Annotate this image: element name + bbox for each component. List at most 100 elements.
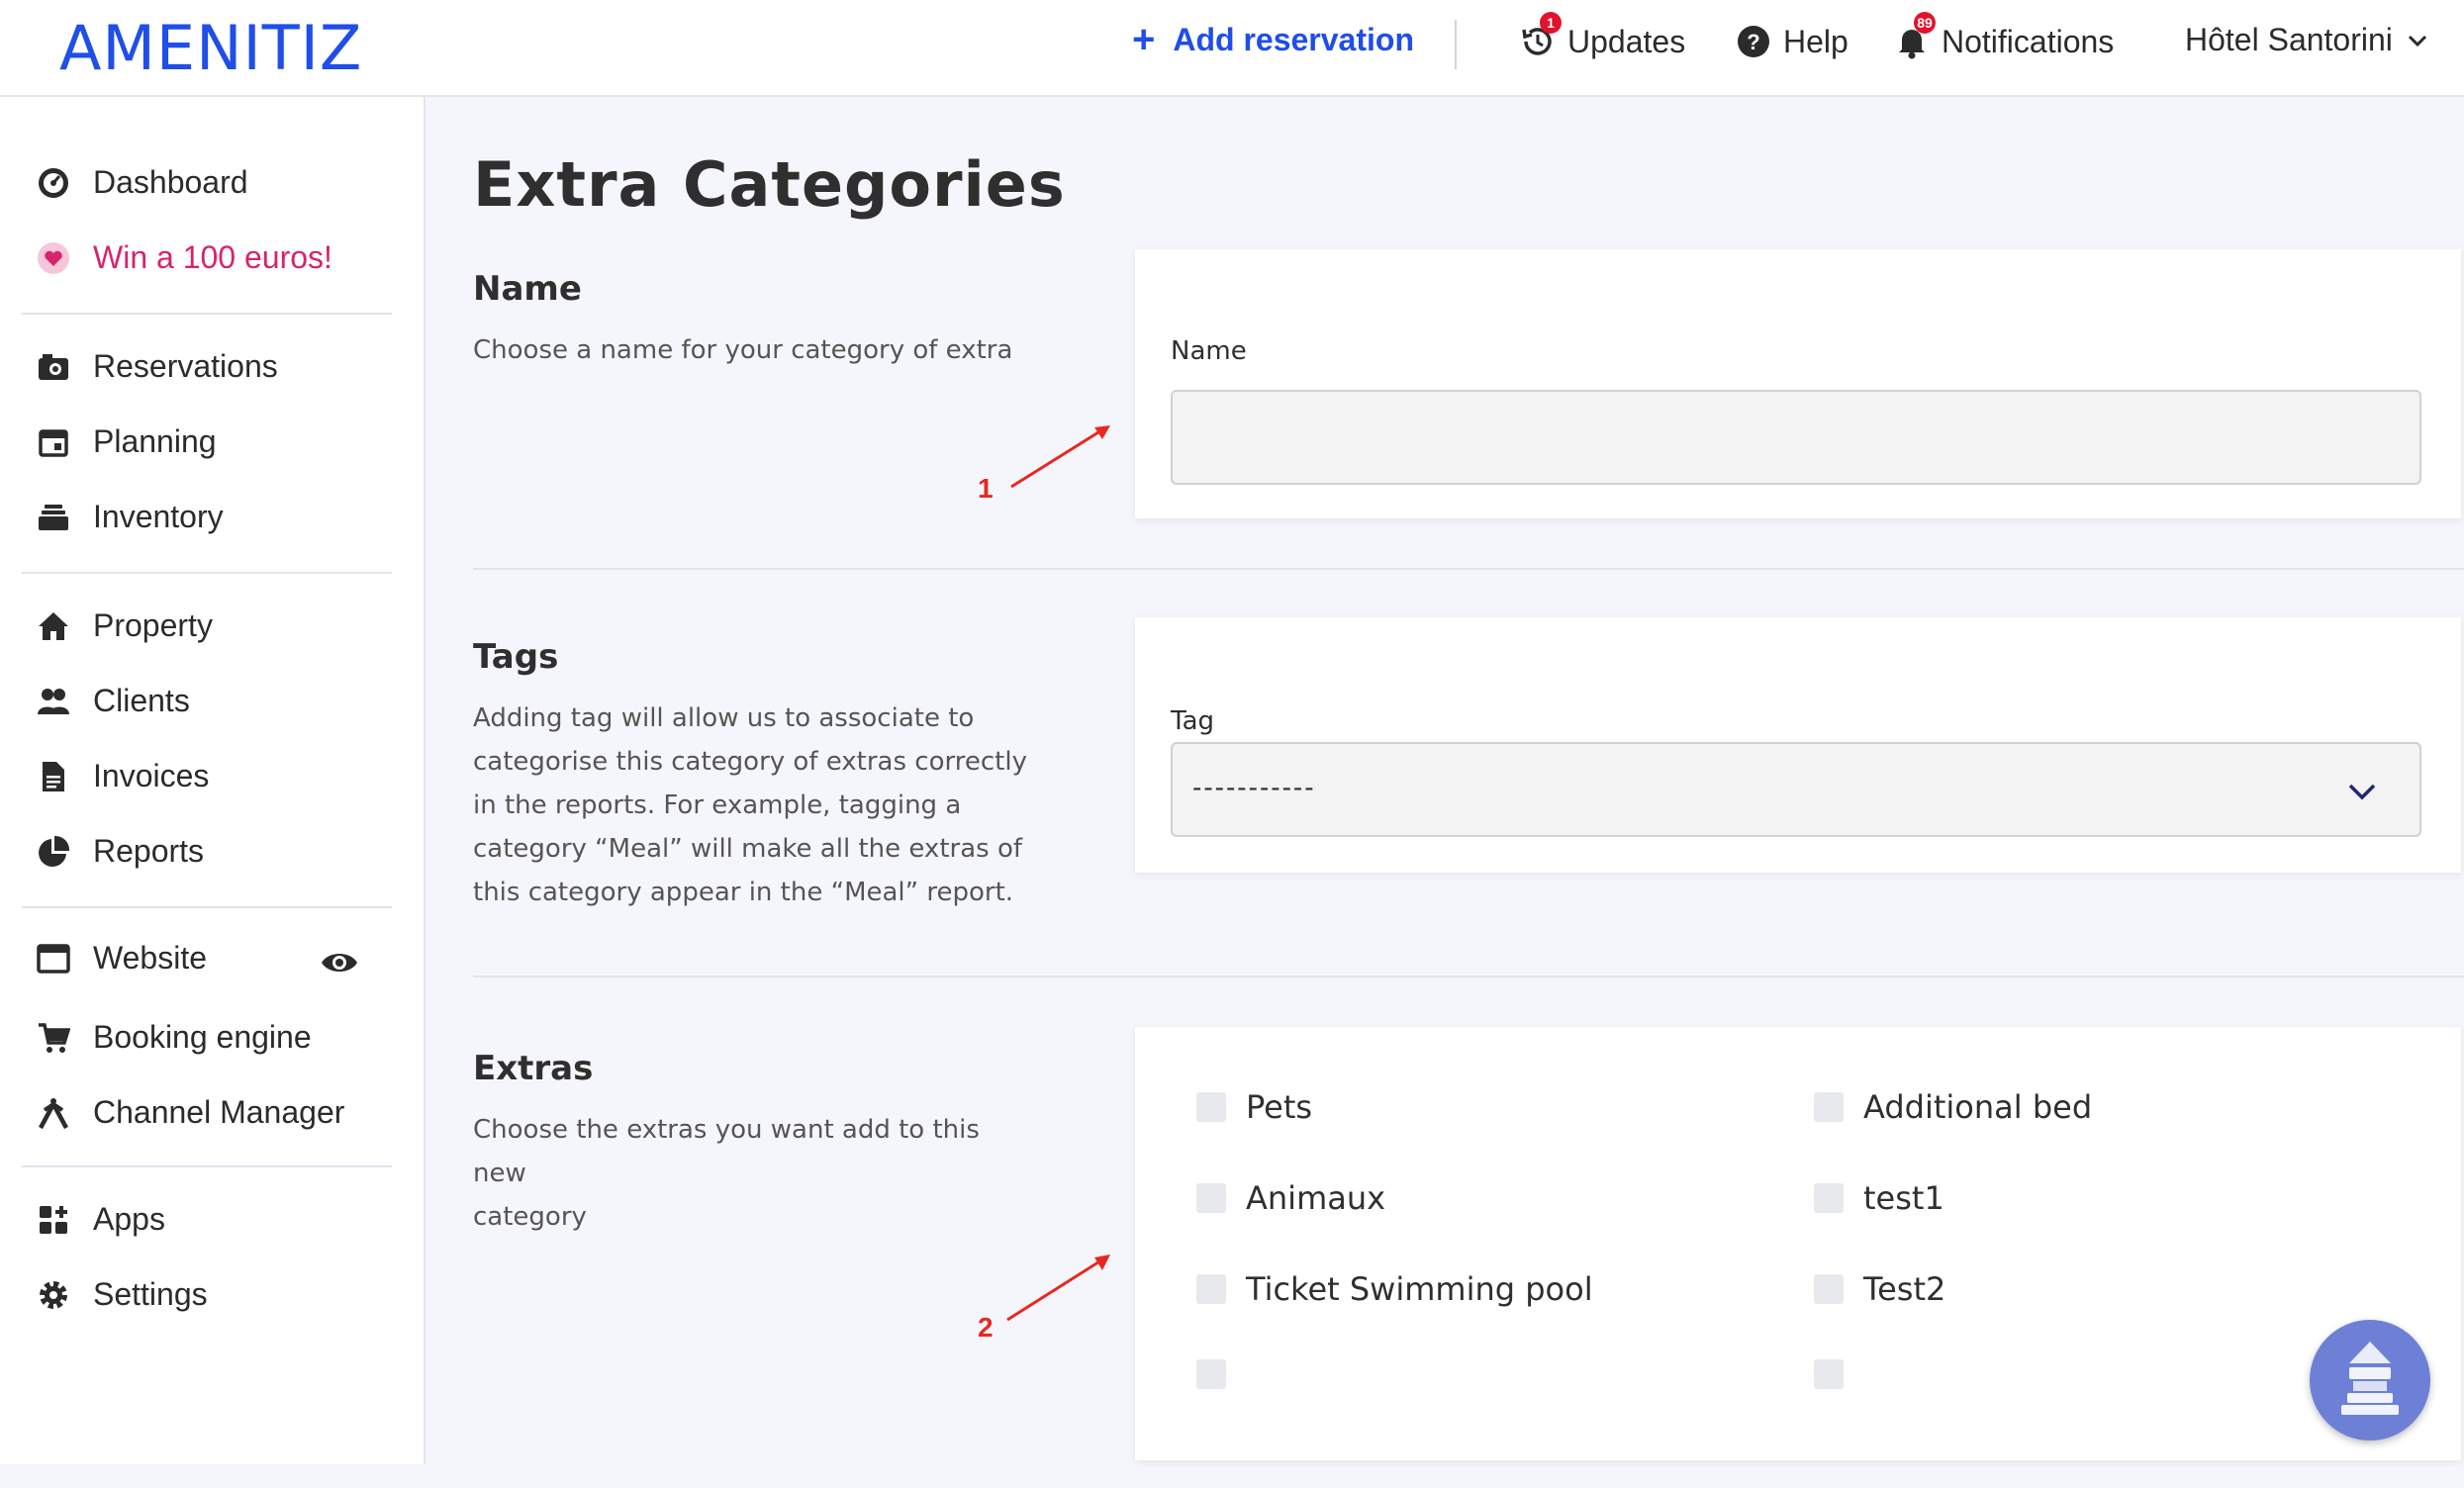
updates-label: Updates	[1567, 23, 1686, 59]
tags-desc-line: Adding tag will allow us to associate to	[473, 703, 975, 733]
section-divider	[473, 568, 2464, 570]
extra-option-label: Animaux	[1246, 1179, 1386, 1217]
sidebar-item-label: Win a 100 euros!	[93, 239, 332, 275]
tags-desc-line: category “Meal” will make all the extras…	[473, 834, 1023, 864]
extra-option-empty[interactable]	[1814, 1359, 1863, 1389]
extra-option-label: Test2	[1863, 1270, 1946, 1308]
sidebar-item-label: Inventory	[93, 499, 224, 534]
pie-chart-icon	[36, 834, 71, 870]
top-bar: AMENITIZ + Add reservation 1 Updates ? H…	[0, 0, 2464, 97]
sidebar-item-dashboard[interactable]: Dashboard	[36, 164, 248, 201]
chevron-down-icon	[2408, 35, 2426, 46]
sidebar-item-promo[interactable]: Win a 100 euros!	[36, 239, 332, 276]
section-divider	[473, 976, 2464, 977]
cart-icon	[36, 1020, 71, 1056]
tags-desc-line: this category appear in the “Meal” repor…	[473, 878, 1014, 907]
home-icon	[36, 608, 71, 644]
checkbox[interactable]	[1196, 1092, 1226, 1122]
add-reservation-label: Add reservation	[1173, 21, 1414, 57]
checkbox[interactable]	[1814, 1183, 1844, 1213]
extra-option-empty[interactable]	[1196, 1359, 1246, 1389]
eye-icon[interactable]	[319, 942, 360, 983]
sidebar-item-planning[interactable]: Planning	[36, 423, 217, 460]
sidebar-item-reports[interactable]: Reports	[36, 833, 204, 870]
camera-icon	[36, 349, 71, 385]
extra-option-label: Pets	[1246, 1088, 1313, 1126]
tag-select-value: -----------	[1192, 772, 1316, 802]
extra-option-additional-bed[interactable]: Additional bed	[1814, 1088, 2092, 1126]
sidebar-item-invoices[interactable]: Invoices	[36, 758, 209, 794]
hotel-selector[interactable]: Hôtel Santorini	[2185, 22, 2428, 58]
name-field-label: Name	[1171, 336, 1247, 366]
checkbox[interactable]	[1196, 1359, 1226, 1389]
extra-option-label: Additional bed	[1863, 1088, 2093, 1126]
sidebar-item-label: Property	[93, 607, 213, 643]
sidebar-item-clients[interactable]: Clients	[36, 683, 190, 719]
hotel-name: Hôtel Santorini	[2185, 22, 2393, 57]
amenitiz-logo[interactable]: AMENITIZ	[59, 12, 362, 84]
section-title-extras: Extras	[473, 1049, 594, 1088]
name-input[interactable]	[1171, 390, 2421, 485]
extra-option-animaux[interactable]: Animaux	[1196, 1179, 1385, 1217]
extra-option-pets[interactable]: Pets	[1196, 1088, 1312, 1126]
annotation-arrow-1	[1010, 425, 1110, 489]
history-icon: 1	[1518, 12, 1562, 61]
sidebar-item-reservations[interactable]: Reservations	[36, 348, 278, 385]
checkbox[interactable]	[1814, 1359, 1844, 1389]
chevron-down-icon	[2348, 784, 2376, 800]
tag-select[interactable]: -----------	[1171, 742, 2421, 837]
channel-icon	[36, 1095, 71, 1131]
annotation-number-2: 2	[978, 1312, 994, 1343]
lighthouse-icon	[2341, 1342, 2399, 1415]
sidebar-item-label: Booking engine	[93, 1019, 312, 1055]
notifications-badge: 89	[1914, 12, 1936, 34]
sidebar-item-inventory[interactable]: Inventory	[36, 499, 224, 535]
sidebar-item-website[interactable]: Website	[36, 940, 207, 976]
extra-option-label: test1	[1863, 1179, 1944, 1217]
section-desc-name: Choose a name for your category of extra	[473, 335, 1013, 365]
sidebar-item-settings[interactable]: Settings	[36, 1276, 208, 1313]
help-label: Help	[1783, 23, 1848, 59]
section-title-tags: Tags	[473, 637, 559, 677]
sidebar-divider	[22, 1165, 392, 1167]
sidebar-item-label: Dashboard	[93, 164, 248, 200]
notifications-button[interactable]: 89 Notifications	[1892, 12, 2115, 61]
extras-desc-line: category	[473, 1202, 587, 1232]
heart-icon	[36, 240, 71, 276]
checkbox[interactable]	[1196, 1183, 1226, 1213]
notifications-label: Notifications	[1942, 23, 2115, 59]
extra-option-test2[interactable]: Test2	[1814, 1270, 1945, 1308]
section-title-name: Name	[473, 269, 582, 309]
sidebar-item-channel-manager[interactable]: Channel Manager	[36, 1094, 344, 1131]
extras-desc-line: Choose the extras you want add to this n…	[473, 1115, 980, 1188]
question-circle-icon: ?	[1734, 22, 1773, 61]
checkbox[interactable]	[1196, 1274, 1226, 1304]
updates-button[interactable]: 1 Updates	[1518, 12, 1686, 61]
sidebar-item-label: Apps	[93, 1201, 165, 1237]
sidebar-divider	[22, 572, 392, 574]
checkbox[interactable]	[1814, 1274, 1844, 1304]
extra-option-test1[interactable]: test1	[1814, 1179, 1944, 1217]
checkbox[interactable]	[1814, 1092, 1844, 1122]
gauge-icon	[36, 165, 71, 201]
sidebar-item-apps[interactable]: Apps	[36, 1201, 165, 1238]
updates-badge: 1	[1540, 12, 1562, 34]
support-widget-button[interactable]	[2310, 1320, 2430, 1441]
add-reservation-button[interactable]: + Add reservation	[1132, 20, 1414, 59]
sidebar-item-label: Clients	[93, 683, 190, 718]
sidebar-divider	[22, 906, 392, 908]
sidebar-item-label: Settings	[93, 1276, 208, 1312]
bell-icon: 89	[1892, 12, 1936, 61]
help-button[interactable]: ? Help	[1734, 22, 1848, 61]
extras-card: Pets Animaux Ticket Swimming pool Additi…	[1135, 1027, 2461, 1460]
sidebar-divider	[22, 313, 392, 315]
tags-card: Tag -----------	[1135, 617, 2461, 873]
sidebar-item-label: Reservations	[93, 348, 278, 384]
users-icon	[36, 684, 71, 719]
extra-option-ticket-swimming-pool[interactable]: Ticket Swimming pool	[1196, 1270, 1593, 1308]
name-card: Name	[1135, 249, 2461, 518]
sidebar-item-booking-engine[interactable]: Booking engine	[36, 1019, 312, 1056]
sidebar-item-property[interactable]: Property	[36, 607, 213, 644]
gear-icon	[36, 1277, 71, 1313]
browser-icon	[36, 941, 71, 976]
